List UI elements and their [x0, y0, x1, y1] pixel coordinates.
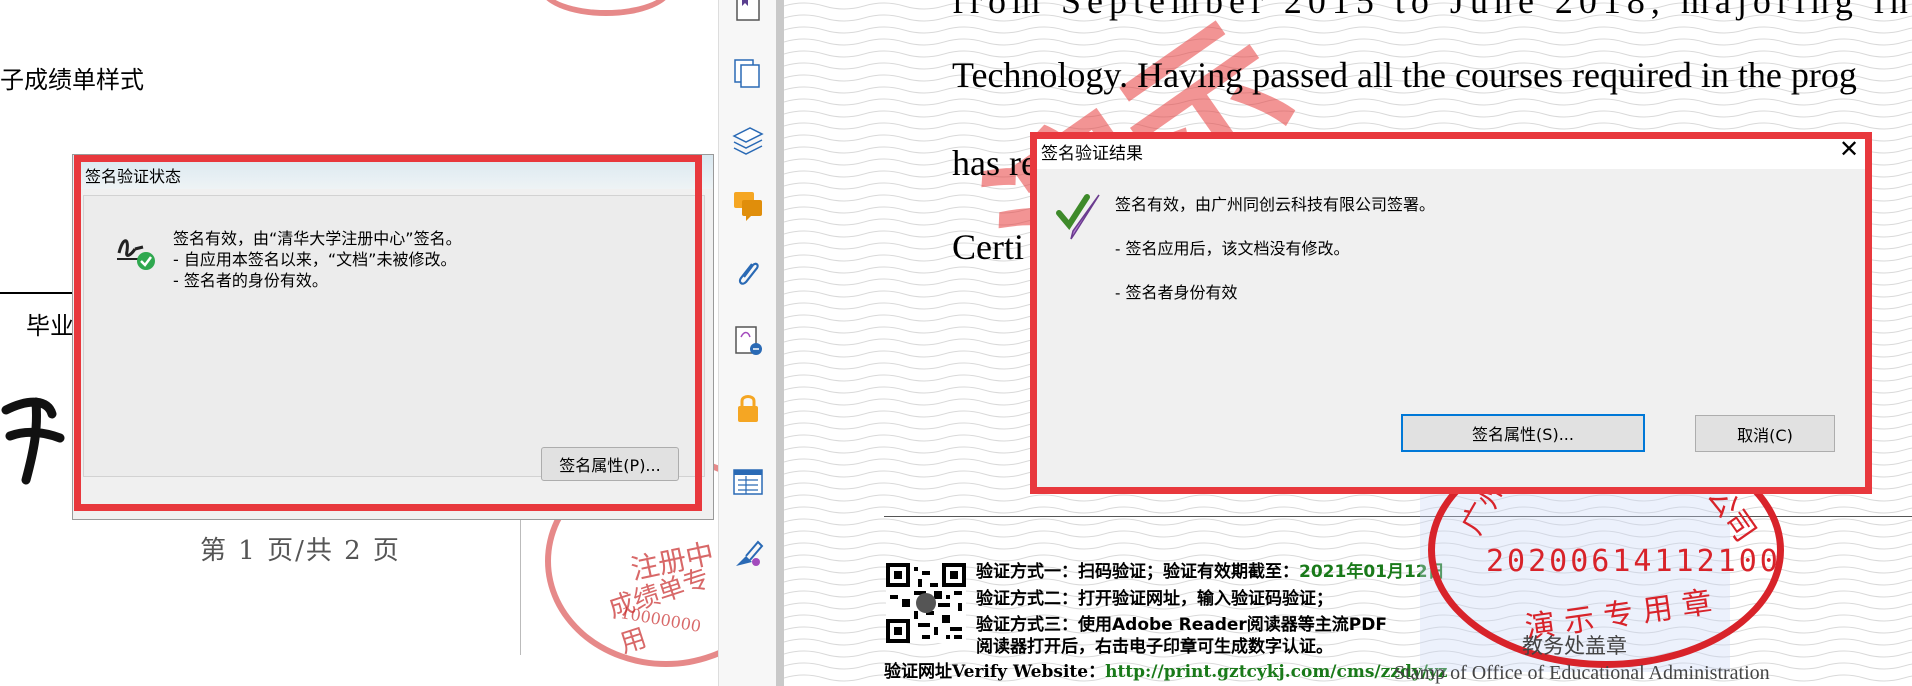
- right-highlight-frame: [1030, 132, 1872, 494]
- tools-sidebar: [718, 0, 778, 686]
- bookmark-icon[interactable]: [732, 0, 764, 24]
- doc-text-line-2: has re: [952, 143, 1037, 183]
- verify-website-label: 验证网址Verify Website：: [884, 662, 1106, 682]
- attachment-icon[interactable]: [732, 258, 764, 290]
- verify-method-2: 验证方式二：打开验证网址，输入验证码验证；: [976, 589, 1333, 609]
- pages-icon[interactable]: [732, 57, 764, 89]
- doc-text-line-1: Technology. Having passed all the course…: [952, 55, 1857, 95]
- graduation-label: 毕业: [26, 312, 74, 340]
- top-stamp-fragment: [540, 0, 672, 16]
- lock-icon[interactable]: [732, 392, 764, 424]
- verify-method-1-text: 验证方式一：扫码验证；验证有效期截至：: [976, 562, 1299, 582]
- page-counter: 第 1 页/共 2 页: [200, 536, 401, 566]
- stamp-office-en: Stamp of Office of Educational Administr…: [1394, 662, 1770, 684]
- document-heading: 子成绩单样式: [0, 66, 144, 94]
- comments-icon[interactable]: [732, 190, 764, 222]
- verify-method-1: 验证方式一：扫码验证；验证有效期截至：2021年01月12日: [976, 557, 1445, 582]
- pane-splitter[interactable]: [776, 0, 784, 686]
- doc-text-line-3: Certi: [952, 227, 1024, 267]
- layers-icon[interactable]: [732, 124, 764, 156]
- qr-code[interactable]: [886, 563, 966, 643]
- left-highlight-frame: [74, 155, 702, 511]
- verify-method-3b: 阅读器打开后，右击电子印章可生成数字认证。: [976, 637, 1333, 657]
- column-divider: [520, 515, 521, 655]
- stamp-office-cn: 教务处盖章: [1522, 634, 1627, 658]
- content-icon[interactable]: [732, 466, 764, 498]
- stamp-number: 20200614112100: [1486, 544, 1781, 579]
- fill-sign-icon[interactable]: [732, 538, 764, 570]
- doc-text-line-0: from September 2015 to June 2018, majori…: [952, 0, 1912, 21]
- signature-panel-icon[interactable]: [732, 325, 764, 357]
- verify-website: 验证网址Verify Website：http://print.gztcykj.…: [884, 657, 1447, 682]
- signature-scribble: [1, 397, 65, 485]
- horizontal-rule: [0, 292, 80, 294]
